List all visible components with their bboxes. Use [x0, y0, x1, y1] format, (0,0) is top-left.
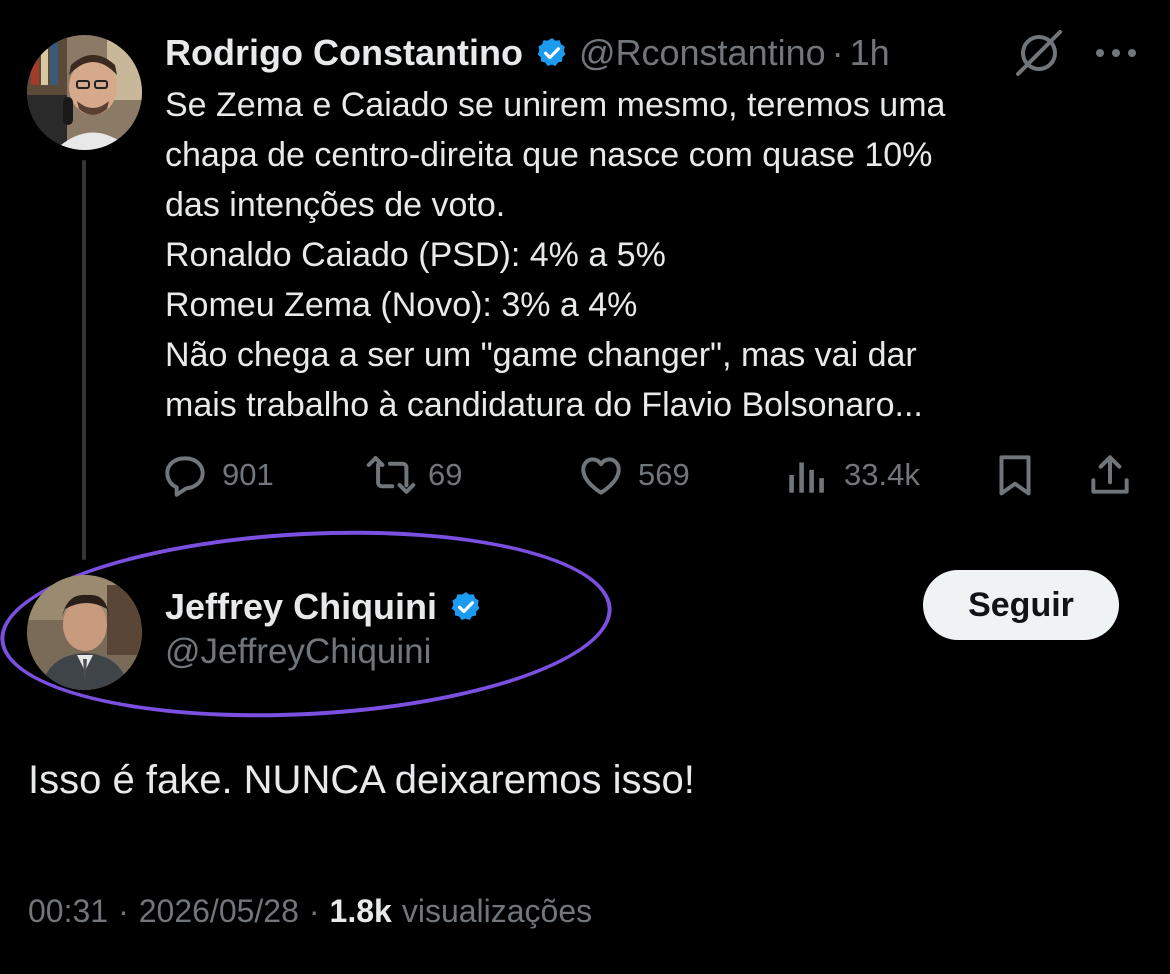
tweet-body-line: Romeu Zema (Novo): 3% a 4% — [165, 286, 638, 324]
header-separator: · — [831, 32, 844, 73]
reply-icon — [165, 456, 205, 497]
meta-separator: · — [308, 893, 320, 929]
reply-meta-row: 00:31 · 2026/05/28 · 1.8k visualizações — [28, 893, 592, 930]
repost-count: 69 — [428, 457, 463, 492]
reply-time[interactable]: 00:31 — [28, 893, 108, 930]
tweet-body-line: das intenções de voto. — [165, 186, 506, 224]
reply-author-name[interactable]: Jeffrey Chiquini — [165, 586, 437, 628]
reply-views-label: visualizações — [401, 893, 593, 929]
tweet-body-line: Não chega a ser um "game changer", mas v… — [165, 336, 917, 374]
follow-button[interactable]: Seguir — [923, 570, 1119, 640]
tweet-time[interactable]: 1h — [850, 32, 890, 74]
like-button[interactable]: 569 — [576, 448, 690, 502]
repost-button[interactable]: 69 — [366, 448, 462, 502]
views-chart-icon — [789, 462, 824, 493]
reply-text: Isso é fake. NUNCA deixaremos isso! — [28, 758, 695, 802]
verified-badge-icon — [535, 36, 569, 70]
bookmark-icon — [999, 455, 1031, 496]
verified-badge-icon — [449, 590, 483, 624]
tweet-body-line: Se Zema e Caiado se unirem mesmo, teremo… — [165, 86, 946, 124]
grok-icon[interactable] — [1012, 28, 1066, 78]
reply-views-count: 1.8k — [329, 893, 392, 929]
reply-author-handle[interactable]: @JeffreyChiquini — [165, 632, 431, 672]
meta-separator: · — [118, 893, 129, 929]
tweet-body-line: Ronaldo Caiado (PSD): 4% a 5% — [165, 236, 666, 274]
like-count: 569 — [638, 457, 690, 492]
reply-count: 901 — [222, 457, 274, 492]
views-count: 33.4k — [844, 457, 920, 492]
share-icon — [1091, 455, 1129, 494]
reply-button[interactable]: 901 — [160, 448, 274, 502]
more-options-icon[interactable] — [1092, 38, 1140, 68]
author-handle[interactable]: @Rconstantino — [579, 32, 826, 74]
bookmark-button[interactable] — [990, 448, 1040, 502]
tweet-body-line: mais trabalho à candidatura do Flavio Bo… — [165, 386, 923, 424]
author-name[interactable]: Rodrigo Constantino — [165, 32, 523, 74]
share-button[interactable] — [1085, 448, 1135, 502]
tweet-body: Se Zema e Caiado se unirem mesmo, teremo… — [165, 80, 1155, 430]
tweet-body-line: chapa de centro-direita que nasce com qu… — [165, 136, 933, 174]
heart-icon — [581, 457, 621, 495]
repost-icon — [366, 456, 416, 494]
thread-connector-line — [82, 160, 86, 560]
reply-author-name-row: Jeffrey Chiquini — [165, 582, 493, 632]
tweet-header: Rodrigo Constantino @Rconstantino · 1h — [165, 28, 890, 78]
avatar-photo-rodrigo — [27, 35, 142, 150]
author-avatar-jeffrey[interactable] — [27, 575, 142, 690]
views-button[interactable]: 33.4k — [782, 448, 920, 502]
avatar-photo-jeffrey — [27, 575, 142, 690]
tweet-action-bar: 901 69 569 33.4k — [160, 448, 1150, 502]
reply-date[interactable]: 2026/05/28 — [139, 893, 299, 930]
author-avatar-rodrigo[interactable] — [27, 35, 142, 150]
